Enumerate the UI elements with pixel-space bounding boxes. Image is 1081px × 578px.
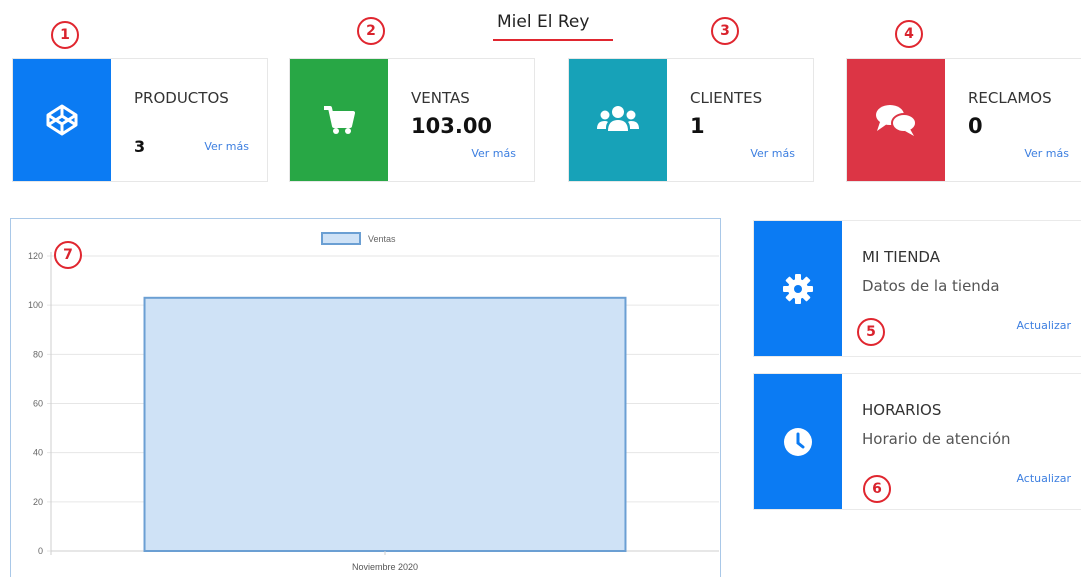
legend-swatch — [321, 232, 361, 245]
stat-card-ventas: VENTAS 103.00 Ver más — [289, 58, 535, 182]
comments-icon — [876, 105, 917, 136]
stat-card-reclamos: RECLAMOS 0 Ver más — [846, 58, 1081, 182]
icon-box — [569, 59, 667, 181]
icon-box — [13, 59, 111, 181]
stat-label: CLIENTES — [690, 89, 763, 107]
icon-box — [754, 221, 842, 356]
ventas-chart: 0 20 40 60 80 100 120 Noviembre 2020 Ventas — [10, 218, 721, 577]
icon-box — [754, 374, 842, 509]
side-card-subtitle: Horario de atención — [862, 430, 1011, 448]
badge-3: 3 — [711, 17, 739, 45]
side-card-mi-tienda: MI TIENDA Datos de la tienda Actualizar — [753, 220, 1081, 357]
stat-label: RECLAMOS — [968, 89, 1052, 107]
ver-mas-link[interactable]: Ver más — [1024, 147, 1069, 160]
title-underline — [493, 39, 613, 41]
legend-label: Ventas — [368, 234, 396, 244]
stat-value: 1 — [690, 114, 705, 138]
bar-ventas — [143, 296, 627, 552]
badge-6: 6 — [863, 475, 891, 503]
side-card-title: MI TIENDA — [862, 248, 940, 266]
badge-1: 1 — [51, 21, 79, 49]
badge-5: 5 — [857, 318, 885, 346]
y-tick-label: 0 — [38, 546, 43, 556]
store-title: Miel El Rey — [497, 12, 590, 32]
stat-value: 103.00 — [411, 114, 493, 138]
users-icon — [597, 106, 639, 131]
actualizar-link[interactable]: Actualizar — [1016, 319, 1071, 332]
y-tick-label: 40 — [33, 448, 43, 458]
side-card-title: HORARIOS — [862, 401, 942, 419]
y-tick-label: 100 — [28, 300, 43, 310]
badge-2: 2 — [357, 17, 385, 45]
clock-icon — [784, 427, 812, 456]
chart-canvas: 0 20 40 60 80 100 120 Noviembre 2020 Ventas — [28, 232, 719, 572]
side-card-horarios: HORARIOS Horario de atención Actualizar — [753, 373, 1081, 510]
ver-mas-link[interactable]: Ver más — [750, 147, 795, 160]
gear-icon — [783, 273, 813, 304]
shopping-cart-icon — [324, 106, 355, 134]
side-card-subtitle: Datos de la tienda — [862, 277, 1000, 295]
stat-card-productos: PRODUCTOS 3 Ver más — [12, 58, 268, 182]
actualizar-link[interactable]: Actualizar — [1016, 472, 1071, 485]
stat-value: 0 — [968, 114, 983, 138]
icon-box — [847, 59, 945, 181]
codepen-cube-icon — [46, 104, 78, 136]
badge-4: 4 — [895, 20, 923, 48]
icon-box — [290, 59, 388, 181]
y-tick-label: 80 — [33, 349, 43, 359]
y-tick-label: 120 — [28, 251, 43, 261]
stat-value: 3 — [134, 137, 146, 156]
ver-mas-link[interactable]: Ver más — [204, 140, 249, 153]
stat-card-clientes: CLIENTES 1 Ver más — [568, 58, 814, 182]
y-tick-label: 20 — [33, 497, 43, 507]
stat-label: PRODUCTOS — [134, 89, 229, 107]
ver-mas-link[interactable]: Ver más — [471, 147, 516, 160]
y-tick-label: 60 — [33, 399, 43, 409]
x-tick-label: Noviembre 2020 — [352, 562, 418, 572]
badge-7: 7 — [54, 241, 82, 269]
stat-label: VENTAS — [411, 89, 470, 107]
